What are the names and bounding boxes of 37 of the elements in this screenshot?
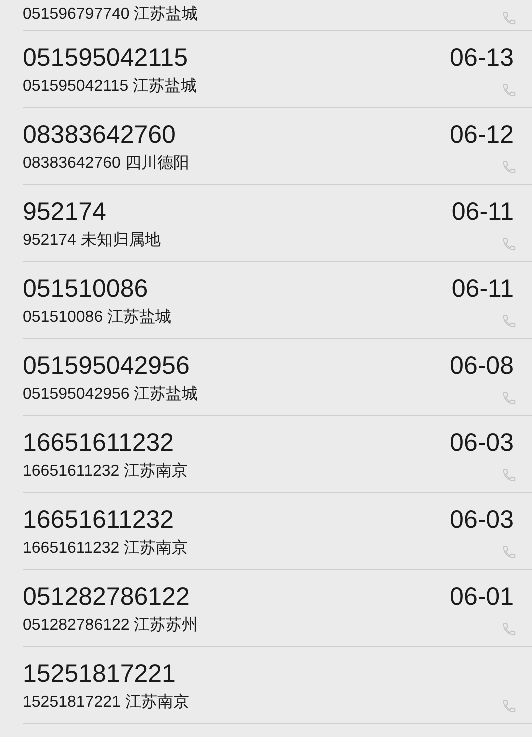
phone-number: 15251817221 (23, 662, 176, 686)
phone-icon[interactable] (502, 545, 517, 560)
number-location: 16651611232 江苏南京 (23, 462, 188, 482)
phone-number: 952174 (23, 200, 106, 224)
number-location: 16651611232 江苏南京 (23, 538, 188, 559)
phone-icon[interactable] (502, 237, 517, 252)
call-date: 06-13 (450, 46, 514, 70)
number-location: 051596797740 江苏盐城 (23, 4, 198, 25)
phone-icon[interactable] (502, 83, 517, 98)
phone-number: 051510086 (23, 276, 148, 302)
phone-icon[interactable] (502, 699, 517, 714)
call-date: 06-11 (452, 276, 514, 302)
number-location: 051595042956 江苏盐城 (23, 384, 198, 405)
number-location: 15251817221 江苏南京 (23, 692, 190, 713)
call-date: 06-03 (450, 508, 514, 532)
call-date: 06-08 (450, 354, 514, 378)
call-date: 06-12 (450, 122, 514, 148)
phone-number: 051595042956 (23, 354, 190, 378)
phone-number: 051595042115 (23, 46, 188, 70)
number-location: 08383642760 四川德阳 (23, 154, 190, 174)
call-date: 06-03 (450, 430, 514, 456)
phone-number: 051282786122 (23, 584, 190, 610)
number-location: 051595042115 江苏盐城 (23, 76, 198, 97)
call-date: 06-11 (452, 200, 514, 224)
phone-icon[interactable] (502, 391, 517, 406)
number-location: 051282786122 江苏苏州 (23, 616, 198, 636)
phone-number: 16651611232 (23, 430, 174, 456)
phone-icon[interactable] (502, 11, 517, 26)
phone-number: 16651611232 (23, 508, 174, 532)
number-location: 051510086 江苏盐城 (23, 308, 172, 328)
number-location: 952174 未知归属地 (23, 230, 161, 251)
phone-icon[interactable] (502, 314, 517, 329)
phone-icon[interactable] (502, 160, 517, 175)
phone-number: 08383642760 (23, 122, 176, 148)
phone-icon[interactable] (502, 468, 517, 483)
call-date: 06-01 (450, 584, 514, 610)
phone-icon[interactable] (502, 622, 517, 637)
